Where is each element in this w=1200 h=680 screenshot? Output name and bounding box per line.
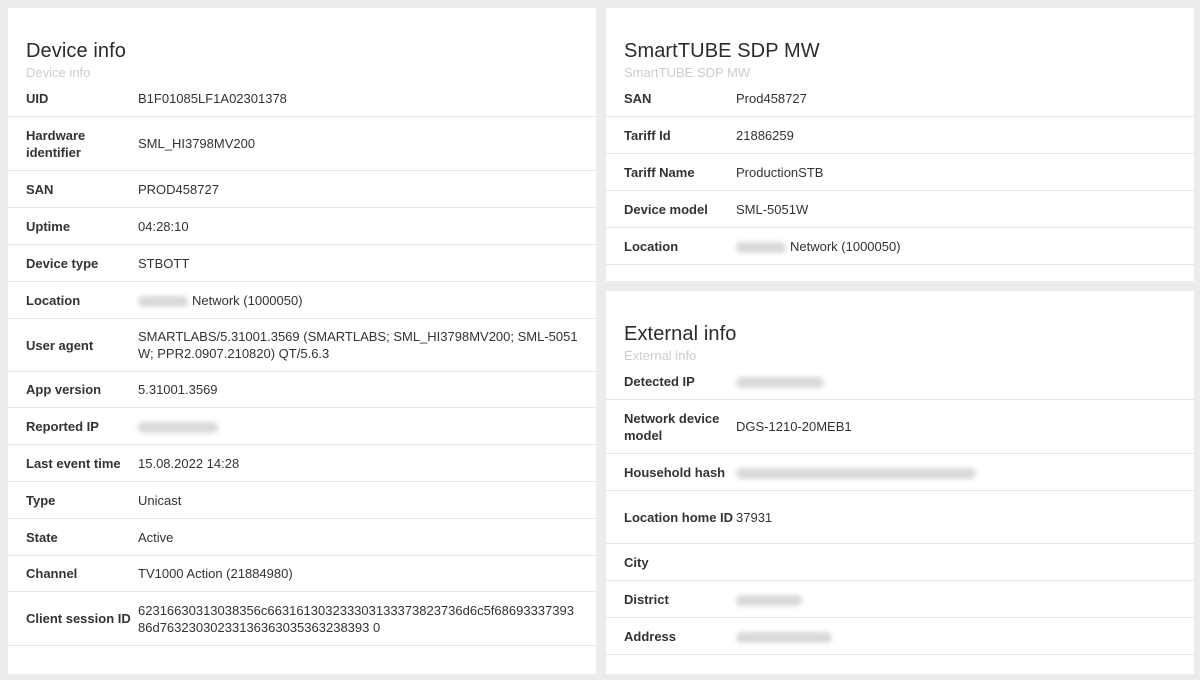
row-value: Unicast — [138, 492, 182, 508]
row-app-version: App version 5.31001.3569 — [8, 372, 596, 408]
row-label: Tariff Id — [624, 127, 671, 143]
row-value: 21886259 — [736, 127, 794, 143]
device-info-rows: UID B1F01085LF1A02301378 Hardware identi… — [8, 80, 596, 646]
row-district: District — [606, 581, 1194, 618]
device-info-card: Device info Device info UID B1F01085LF1A… — [8, 8, 596, 674]
row-label: District — [624, 591, 669, 607]
row-tariff-name: Tariff Name ProductionSTB — [606, 154, 1194, 191]
row-channel: Channel TV1000 Action (21884980) — [8, 556, 596, 592]
row-location: Location Network (1000050) — [606, 228, 1194, 265]
row-address: Address — [606, 618, 1194, 655]
smarttube-rows: SAN Prod458727 Tariff Id 21886259 Tariff… — [606, 80, 1194, 265]
row-state: State Active — [8, 519, 596, 556]
redacted-value — [736, 241, 786, 253]
row-value: 15.08.2022 14:28 — [138, 455, 240, 471]
row-value: 5.31001.3569 — [138, 382, 218, 397]
row-label: Location home ID — [624, 509, 734, 525]
external-info-rows: Detected IP Network device model DGS-121… — [606, 363, 1194, 655]
row-value: SML_HI3798MV200 — [138, 136, 256, 151]
row-value-wrap: Network (1000050) — [736, 238, 1176, 255]
row-label: Hardware identifier — [26, 127, 86, 160]
row-label: App version — [26, 382, 102, 397]
row-value: SMARTLABS/5.31001.3569 (SMARTLABS; SML_H… — [138, 329, 578, 361]
row-label: Uptime — [26, 218, 71, 234]
row-value: Prod458727 — [736, 90, 807, 106]
row-value: DGS-1210-20MEB1 — [736, 419, 852, 434]
row-value-wrap — [736, 464, 1176, 481]
row-value: Network (1000050) — [790, 238, 901, 254]
redacted-value — [138, 295, 188, 307]
redacted-value — [138, 421, 218, 433]
row-value-wrap: Network (1000050) — [138, 292, 578, 309]
row-san: SAN PROD458727 — [8, 171, 596, 208]
row-type: Type Unicast — [8, 482, 596, 519]
redacted-value — [736, 594, 802, 606]
row-value-wrap — [138, 418, 578, 435]
row-san: SAN Prod458727 — [606, 80, 1194, 117]
row-value: SML-5051W — [736, 201, 809, 217]
row-city: City — [606, 544, 1194, 581]
row-value: Active — [138, 529, 174, 545]
row-label: SAN — [26, 181, 54, 197]
row-value: 62316630313038356c6631613032333031333738… — [138, 602, 574, 635]
row-uid: UID B1F01085LF1A02301378 — [8, 80, 596, 117]
redacted-value — [736, 376, 824, 388]
row-client-session-id: Client session ID 62316630313038356c6631… — [8, 592, 596, 646]
redacted-value — [736, 467, 976, 479]
row-network-device-model: Network device model DGS-1210-20MEB1 — [606, 400, 1194, 454]
device-info-subtitle: Device info — [26, 65, 91, 80]
row-reported-ip: Reported IP — [8, 408, 596, 445]
row-label: Client session ID — [26, 611, 131, 626]
row-device-model: Device model SML-5051W — [606, 191, 1194, 228]
row-label: Location — [26, 292, 81, 308]
redacted-value — [736, 631, 832, 643]
row-uptime: Uptime 04:28:10 — [8, 208, 596, 245]
row-label: City — [624, 554, 649, 570]
row-tariff-id: Tariff Id 21886259 — [606, 117, 1194, 154]
row-value: ProductionSTB — [736, 164, 824, 180]
row-last-event-time: Last event time 15.08.2022 14:28 — [8, 445, 596, 482]
row-location-home-id: Location home ID 37931 — [606, 491, 1194, 544]
smarttube-title: SmartTUBE SDP MW — [624, 40, 820, 62]
row-label: Device type — [26, 255, 99, 271]
row-location: Location Network (1000050) — [8, 282, 596, 319]
row-value: 37931 — [736, 509, 773, 525]
row-value: Network (1000050) — [192, 292, 303, 308]
smarttube-card: SmartTUBE SDP MW SmartTUBE SDP MW SAN Pr… — [606, 8, 1194, 281]
row-label: Tariff Name — [624, 164, 695, 180]
row-label: Network device model — [624, 410, 720, 443]
row-label: UID — [26, 90, 49, 106]
row-label: Household hash — [624, 464, 726, 480]
row-value: B1F01085LF1A02301378 — [138, 90, 287, 106]
row-label: State — [26, 529, 58, 545]
row-device-type: Device type STBOTT — [8, 245, 596, 282]
row-label: Detected IP — [624, 373, 695, 389]
row-value-wrap — [736, 373, 1176, 390]
row-label: Address — [624, 628, 677, 644]
row-value: STBOTT — [138, 255, 190, 271]
external-info-subtitle: External info — [624, 348, 697, 363]
device-info-title: Device info — [26, 40, 127, 62]
row-label: Reported IP — [26, 418, 99, 434]
external-info-title: External info — [624, 323, 737, 345]
row-label: Location — [624, 238, 679, 254]
row-detected-ip: Detected IP — [606, 363, 1194, 400]
row-value: 04:28:10 — [138, 218, 189, 234]
row-user-agent: User agent SMARTLABS/5.31001.3569 (SMART… — [8, 319, 596, 372]
row-label: Last event time — [26, 455, 121, 471]
row-label: User agent — [26, 337, 94, 353]
row-label: Channel — [26, 566, 78, 581]
smarttube-subtitle: SmartTUBE SDP MW — [624, 65, 751, 80]
row-value-wrap — [736, 628, 1176, 645]
row-value: PROD458727 — [138, 181, 219, 197]
row-label: Type — [26, 492, 56, 508]
row-value: TV1000 Action (21884980) — [138, 566, 293, 581]
row-household-hash: Household hash — [606, 454, 1194, 491]
row-value-wrap — [736, 591, 1176, 608]
row-label: SAN — [624, 90, 652, 106]
row-label: Device model — [624, 201, 708, 217]
external-info-card: External info External info Detected IP … — [606, 291, 1194, 674]
row-hardware-identifier: Hardware identifier SML_HI3798MV200 — [8, 117, 596, 171]
